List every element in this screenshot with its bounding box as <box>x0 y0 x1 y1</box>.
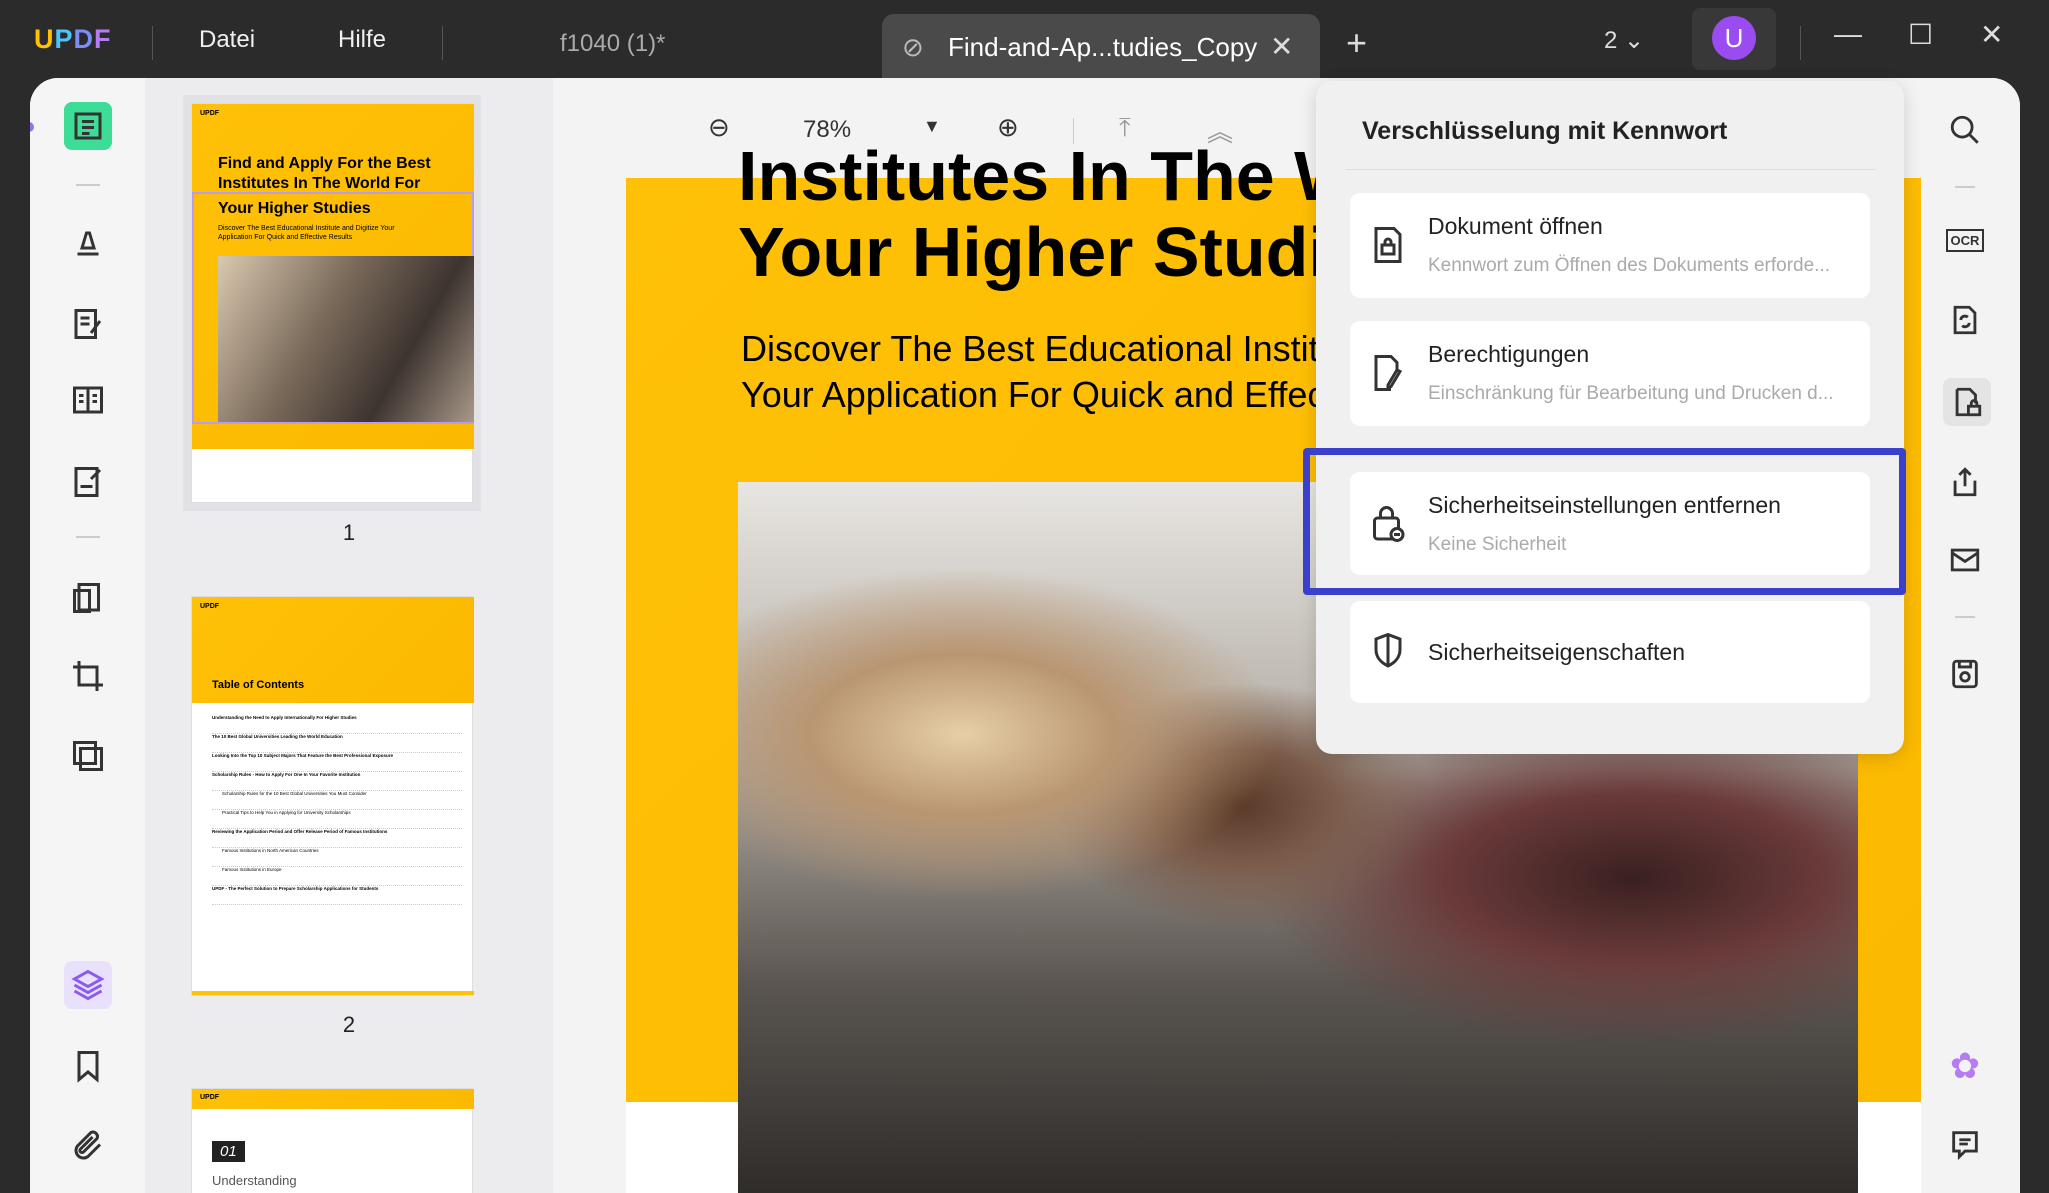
chapter-title: Understanding <box>212 1173 297 1188</box>
toc-entry: Scholarship Rules for the 10 Best Global… <box>212 791 462 810</box>
divider <box>1955 616 1975 618</box>
page-number: 2 <box>342 1012 356 1037</box>
brand: UPDF <box>200 603 220 610</box>
zoom-out-icon[interactable]: ⊖ <box>708 112 730 143</box>
zoom-dropdown-icon[interactable]: ▼ <box>923 116 941 137</box>
left-toolbar <box>30 78 145 1193</box>
toc-entry: Understanding the Need to Apply Internat… <box>212 715 462 734</box>
page-number: 1 <box>342 520 356 545</box>
toc-title: Table of Contents <box>212 679 305 691</box>
search-icon[interactable] <box>1943 108 1987 152</box>
open-document-password-item[interactable]: Dokument öffnen Kennwort zum Öffnen des … <box>1350 193 1870 298</box>
thumb-title-line: Your Higher Studies <box>218 200 371 217</box>
menu-datei[interactable]: Datei <box>199 26 255 54</box>
item-title: Berechtigungen <box>1428 341 1590 367</box>
chapter-number: 01 <box>212 1141 245 1162</box>
ai-assistant-icon[interactable]: ✿ <box>1943 1044 1987 1088</box>
crop-icon[interactable] <box>64 652 112 700</box>
maximize-icon[interactable]: ☐ <box>1908 18 1933 51</box>
doc-title-line1: Institutes In The W <box>738 137 1361 215</box>
password-encryption-panel: Verschlüsselung mit Kennwort Dokument öf… <box>1316 81 1904 754</box>
email-icon[interactable] <box>1943 538 1987 582</box>
toc-entry: Reviewing the Application Period and Off… <box>212 829 462 848</box>
divider <box>152 26 153 60</box>
toc-entry: Famous Institutions in North American Co… <box>212 848 462 867</box>
security-properties-item[interactable]: Sicherheitseigenschaften <box>1350 601 1870 703</box>
divider <box>442 26 443 60</box>
toc-entry: The 10 Best Global Universities Leading … <box>212 734 462 753</box>
file-lock-icon <box>1374 227 1402 263</box>
form-icon[interactable] <box>64 376 112 424</box>
compare-icon[interactable] <box>64 732 112 780</box>
thumb-subtitle: Discover The Best Educational Institute … <box>218 225 395 241</box>
brand: UPDF <box>200 1094 220 1101</box>
brand: UPDF <box>200 110 220 117</box>
close-tab-icon[interactable]: ✕ <box>1270 30 1293 63</box>
highlight-box <box>1303 448 1906 595</box>
tab-label: Find-and-Ap...tudies_Copy <box>948 32 1258 62</box>
bookmark-icon[interactable] <box>64 1042 112 1090</box>
file-edit-icon <box>1374 355 1403 391</box>
sign-icon[interactable] <box>64 458 112 506</box>
attachment-icon[interactable] <box>64 1122 112 1170</box>
edit-text-icon[interactable] <box>64 300 112 348</box>
title-bar: UPDF Datei Hilfe f1040 (1)* ⊘ Find-and-A… <box>0 0 2049 80</box>
avatar[interactable]: U <box>1712 16 1756 60</box>
footer-bar <box>192 991 474 995</box>
indicator-dot <box>30 122 34 132</box>
close-window-icon[interactable]: ✕ <box>1980 18 2003 51</box>
toc-entry: Scholarship Rules - How to Apply For One… <box>212 772 462 791</box>
protect-icon[interactable] <box>1943 378 1991 426</box>
reader-mode-icon[interactable] <box>64 102 112 150</box>
ocr-icon[interactable]: OCR <box>1943 218 1987 262</box>
item-title: Sicherheitseigenschaften <box>1428 639 1685 665</box>
subtitle-line-1: Discover The Best Educational Institu <box>741 328 1339 369</box>
shield-icon <box>1374 632 1402 668</box>
unlink-icon: ⊘ <box>902 32 924 62</box>
item-title: Dokument öffnen <box>1428 213 1603 239</box>
thumbnail-panel: UPDF Find and Apply For the Best Institu… <box>145 78 553 1193</box>
thumbnail-page-1[interactable]: UPDF Find and Apply For the Best Institu… <box>191 103 474 503</box>
divider <box>76 536 100 538</box>
item-subtitle: Einschränkung für Bearbeitung und Drucke… <box>1428 383 1834 404</box>
window-count: 2 <box>1604 27 1618 54</box>
layers-icon[interactable] <box>64 961 112 1009</box>
menu-hilfe[interactable]: Hilfe <box>338 26 386 54</box>
page-header <box>192 1089 474 1109</box>
toc-list: Understanding the Need to Apply Internat… <box>212 715 462 905</box>
cover-photo <box>218 256 474 422</box>
highlighter-icon[interactable] <box>64 218 112 266</box>
minimize-icon[interactable]: — <box>1834 18 1862 50</box>
thumb-title: Find and Apply For the Best Institutes I… <box>218 155 431 192</box>
chevron-down-icon: ⌄ <box>1624 27 1645 54</box>
ocr-label: OCR <box>1945 228 1985 252</box>
convert-icon[interactable] <box>1943 298 1987 342</box>
panel-title: Verschlüsselung mit Kennwort <box>1362 117 1728 145</box>
divider <box>1800 26 1801 60</box>
item-subtitle: Kennwort zum Öffnen des Dokuments erford… <box>1428 255 1831 276</box>
subtitle-line-2: Your Application For Quick and Effect <box>741 374 1336 415</box>
doc-subtitle: Discover The Best Educational Institu You… <box>741 326 1339 418</box>
toc-entry: Famous Institutions in Europe <box>212 867 462 886</box>
organize-pages-icon[interactable] <box>64 574 112 622</box>
toc-entry: Looking Into the Top 10 Subject Majors T… <box>212 753 462 772</box>
toc-entry: UPDF - The Perfect Solution to Prepare S… <box>212 886 462 905</box>
permissions-item[interactable]: Berechtigungen Einschränkung für Bearbei… <box>1350 321 1870 426</box>
tab-find-and-apply[interactable]: ⊘ Find-and-Ap...tudies_Copy ✕ <box>882 14 1320 80</box>
divider <box>1955 186 1975 188</box>
updf-logo: UPDF <box>34 24 112 54</box>
toc-entry: Practical Tips to Help You in Applying f… <box>212 810 462 829</box>
window-count-dropdown[interactable]: 2 ⌄ <box>1604 26 1644 55</box>
thumbnail-page-3[interactable]: UPDF 01 Understanding <box>191 1088 474 1193</box>
thumbnail-page-2[interactable]: UPDF Table of Contents Understanding the… <box>191 596 474 996</box>
new-tab-button[interactable]: + <box>1346 22 1367 64</box>
doc-title-line2: Your Higher Studie <box>738 213 1367 291</box>
divider <box>76 184 100 186</box>
comment-icon[interactable] <box>1943 1122 1987 1166</box>
divider <box>1346 169 1876 170</box>
save-icon[interactable] <box>1943 652 1987 696</box>
tab-f1040[interactable]: f1040 (1)* <box>560 30 665 58</box>
right-toolbar: OCR ✿ <box>1921 78 2020 1193</box>
share-icon[interactable] <box>1943 460 1987 504</box>
